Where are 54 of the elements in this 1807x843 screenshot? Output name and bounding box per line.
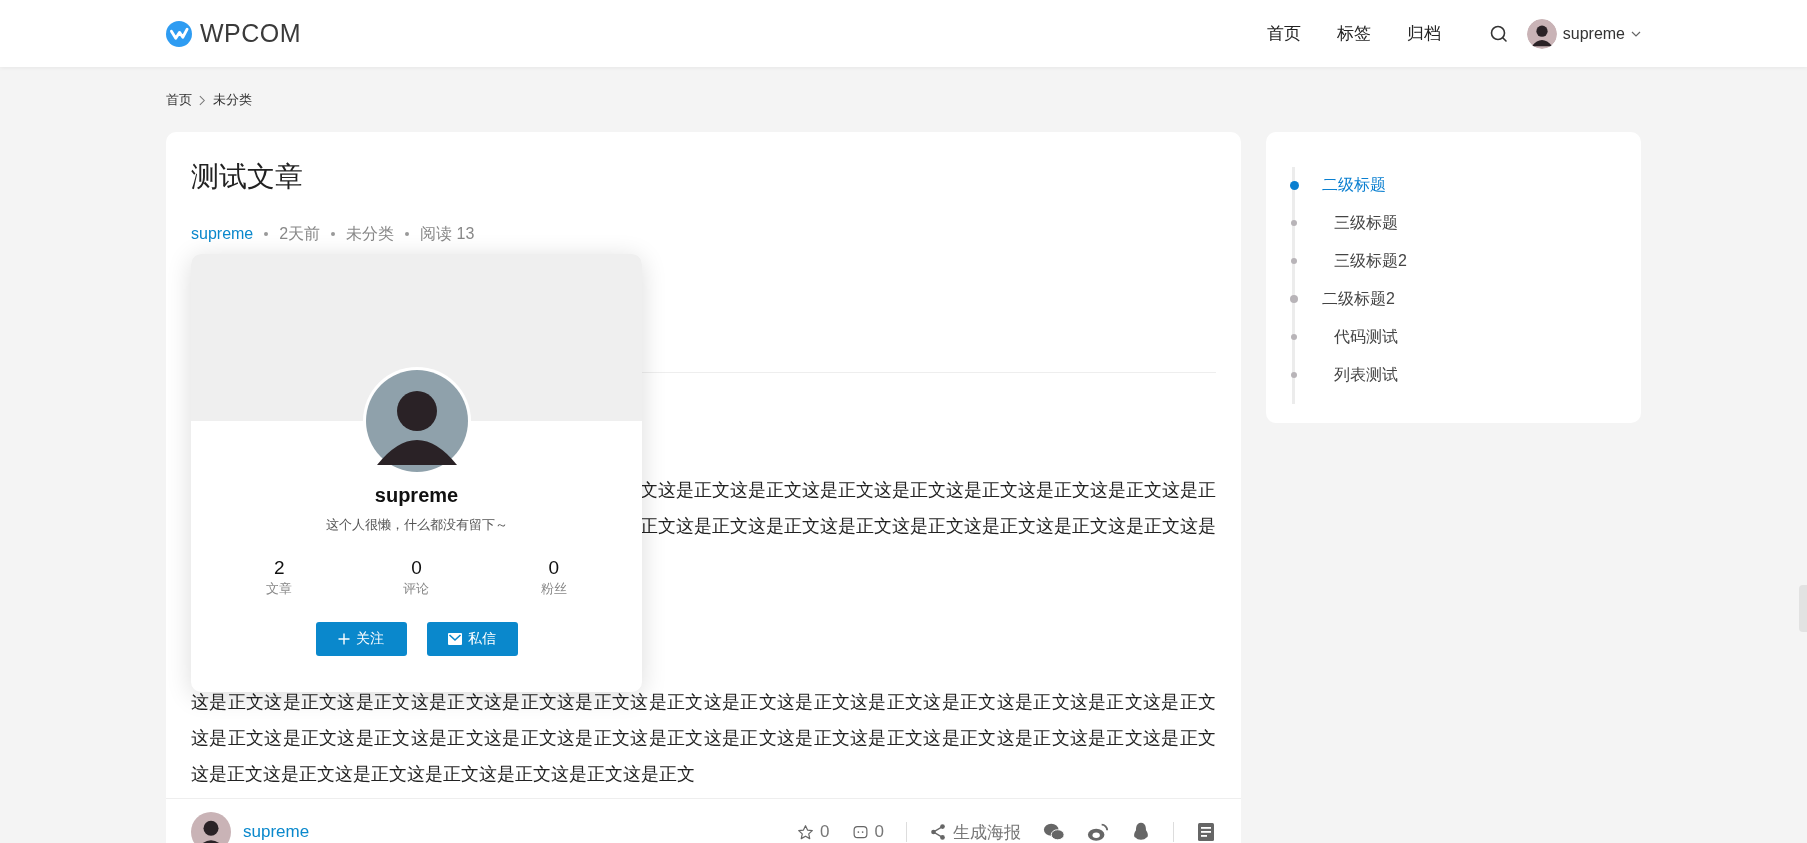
view-count: 阅读 13 — [420, 224, 475, 244]
stat-value: 2 — [273, 557, 285, 579]
body-text: 正文这是正文这是正文这是正文这是正文这是正文这是正文这是正文这是 — [640, 516, 1216, 536]
nav-link[interactable]: 归档 — [1406, 22, 1441, 45]
site-logo-text[interactable]: WPCOM — [200, 19, 302, 48]
stat-value: 0 — [548, 557, 560, 579]
separator-dot — [405, 232, 410, 236]
toc-link[interactable]: 二级标题 — [1322, 174, 1386, 196]
category-link[interactable]: 未分类 — [346, 222, 395, 246]
search-icon[interactable] — [1488, 23, 1509, 44]
wechat-icon[interactable] — [1043, 821, 1065, 843]
chevron-icon — [199, 94, 206, 106]
avatar[interactable] — [362, 367, 471, 475]
post-time: 2天前 — [279, 224, 321, 244]
stat-label: 粉丝 — [540, 580, 567, 598]
nav-link[interactable]: 标签 — [1336, 22, 1371, 45]
author-link[interactable]: supreme — [191, 222, 254, 246]
author-link[interactable]: supreme — [243, 822, 310, 842]
toc-link[interactable]: 二级标题2 — [1322, 288, 1395, 310]
logo-icon[interactable] — [166, 20, 192, 47]
follow-button[interactable]: 关注 — [315, 622, 407, 656]
message-button[interactable]: 私信 — [426, 622, 518, 656]
penguin-icon[interactable] — [1131, 821, 1151, 843]
user-name[interactable]: supreme — [1562, 24, 1625, 43]
poster-button[interactable]: 生成海报 — [929, 820, 1021, 843]
stat-label: 文章 — [266, 580, 293, 598]
toc-link[interactable]: 三级标题2 — [1334, 250, 1407, 272]
toc-link[interactable]: 代码测试 — [1334, 326, 1398, 348]
share-icon — [929, 823, 947, 841]
comment-button[interactable]: 0 — [851, 822, 884, 842]
document-icon[interactable] — [1196, 822, 1216, 842]
comment-icon — [851, 823, 869, 841]
separator-dot — [264, 232, 269, 236]
breadcrumb-link[interactable]: 未分类 — [213, 91, 252, 109]
author-name: supreme — [374, 484, 459, 507]
breadcrumb-link[interactable]: 首页 — [166, 91, 192, 109]
toc-link[interactable]: 列表测试 — [1334, 364, 1398, 386]
toc-link[interactable]: 三级标题 — [1334, 212, 1398, 234]
caret-icon[interactable] — [1631, 30, 1641, 37]
separator-dot — [331, 232, 336, 236]
avatar[interactable] — [191, 812, 231, 843]
weibo-icon[interactable] — [1087, 821, 1109, 843]
star-icon — [797, 823, 815, 841]
body-text: 文这是正文这是正文这是正文这是正文这是正文这是正文这是正文这是正 — [640, 480, 1216, 500]
stat-value: 0 — [411, 557, 422, 579]
plus-icon — [338, 633, 350, 645]
author-bio: 这个人很懒，什么都没有留下～ — [325, 516, 508, 534]
stat-label: 评论 — [403, 580, 430, 598]
article-title: 测试文章 — [191, 160, 304, 194]
like-button[interactable]: 0 — [797, 822, 830, 842]
avatar[interactable] — [1526, 18, 1557, 49]
nav-link[interactable]: 首页 — [1266, 22, 1301, 45]
body-text: 这是正文这是正文这是正文这是正文这是正文这是正文这是正文这是正文这是正文这是正文这是正文这是正文这是正文这是正文这是正文这是正文这是正文这是正文这是正文这是正文这是正文这是正文这是正文这是正文这是正文这是正文这是正文这是正文这是正文这是正文这是正文这是正文这是正文这是正文这是正文 — [191, 691, 1216, 786]
envelope-icon — [448, 633, 462, 645]
